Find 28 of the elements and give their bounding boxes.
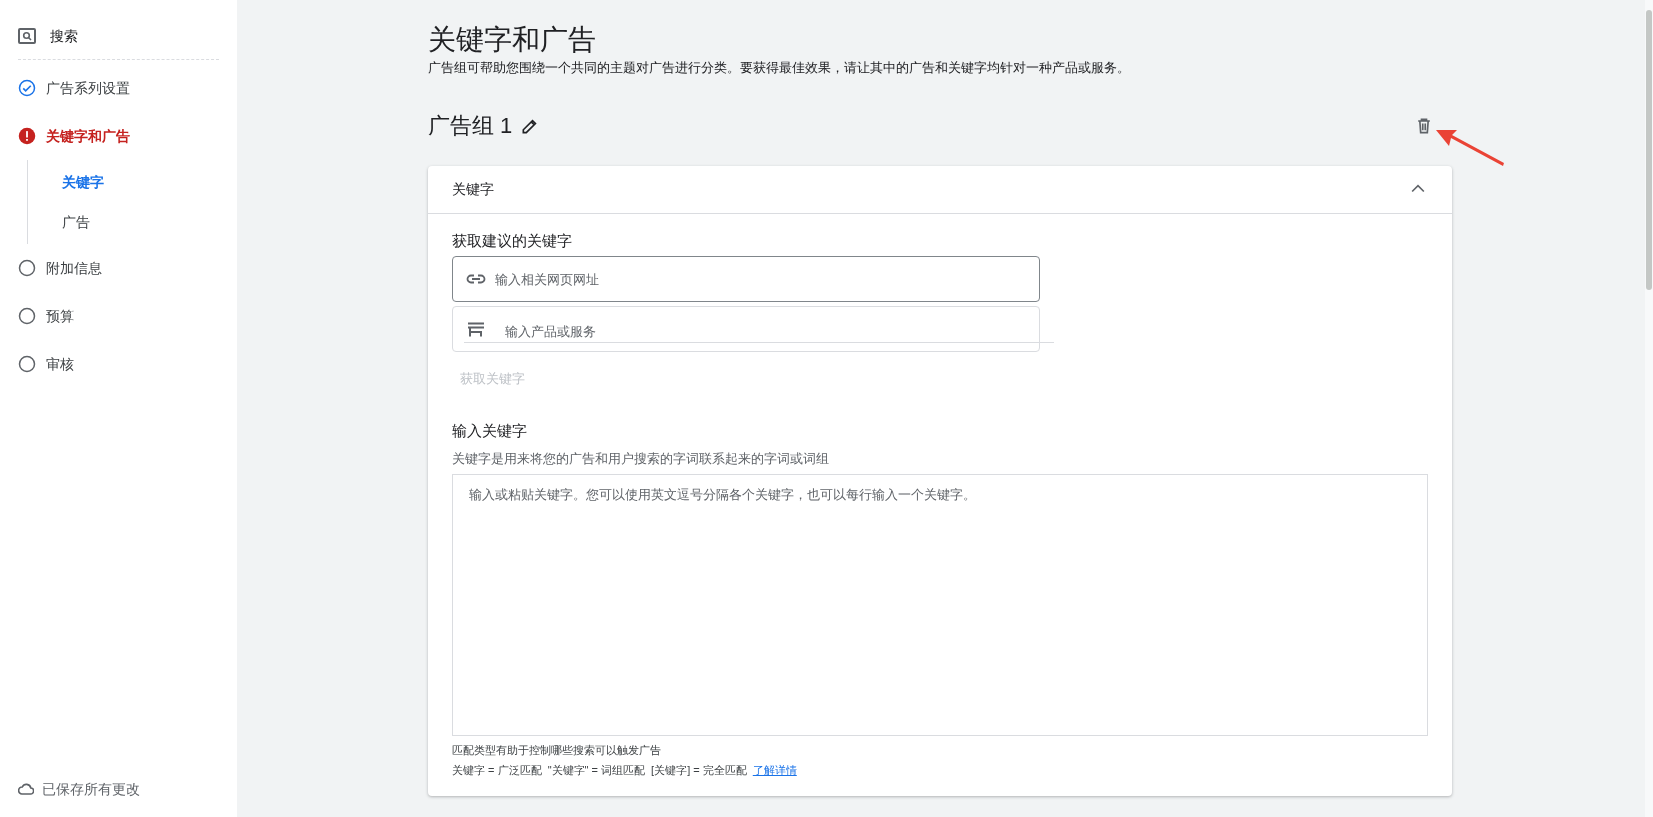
step-item[interactable]: 审核 <box>18 340 219 388</box>
store-icon <box>467 322 485 338</box>
keywords-field[interactable]: 输入或粘贴关键字。您可以使用英文逗号分隔各个关键字，也可以每行输入一个关键字。 <box>452 474 1428 736</box>
product-field[interactable]: 输入产品或服务 <box>452 306 1040 352</box>
match-types-text: 关键字 = 广泛匹配 "关键字" = 词组匹配 [关键字] = 完全匹配 <box>452 762 747 778</box>
section-title: 获取建议的关键字 <box>452 230 573 251</box>
help-text: 匹配类型有助于控制哪些搜索可以触发广告 <box>452 743 662 758</box>
page-description: 广告组可帮助您围绕一个共同的主题对广告进行分类。要获得最佳效果，请让其中的广告和关键字均针对一种产品或服务。 <box>428 59 1131 77</box>
search-icon <box>18 28 36 44</box>
step-item[interactable]: 预算 <box>18 292 219 340</box>
panel-header[interactable]: 关键字 <box>428 165 1452 214</box>
substep-item[interactable]: 广告 <box>28 202 219 242</box>
campaign-type-label: 搜索 <box>50 26 78 46</box>
url-field[interactable]: 输入相关网页网址 <box>452 256 1040 302</box>
page-title: 关键字和广告 <box>428 24 597 56</box>
step-item[interactable]: 附加信息 <box>18 244 219 292</box>
substep-item[interactable]: 关键字 <box>28 162 219 202</box>
annotation-arrow <box>1435 128 1505 168</box>
learn-more-link[interactable]: 了解详情 <box>752 761 797 778</box>
link-icon <box>466 274 486 284</box>
save-status: 已保存所有更改 <box>42 779 140 799</box>
section-title: 输入关键字 <box>452 421 528 441</box>
help-text: 关键字是用来将您的广告和用户搜索的字词联系起来的字词或词组 <box>452 449 830 468</box>
step-item[interactable]: 关键字和广告 <box>18 112 219 160</box>
scrollbar-thumb[interactable] <box>1646 10 1652 290</box>
cloud-icon <box>18 783 34 795</box>
step-item[interactable]: 广告系列设置 <box>18 64 219 112</box>
ad-group-name: 广告组 1 <box>428 112 513 140</box>
